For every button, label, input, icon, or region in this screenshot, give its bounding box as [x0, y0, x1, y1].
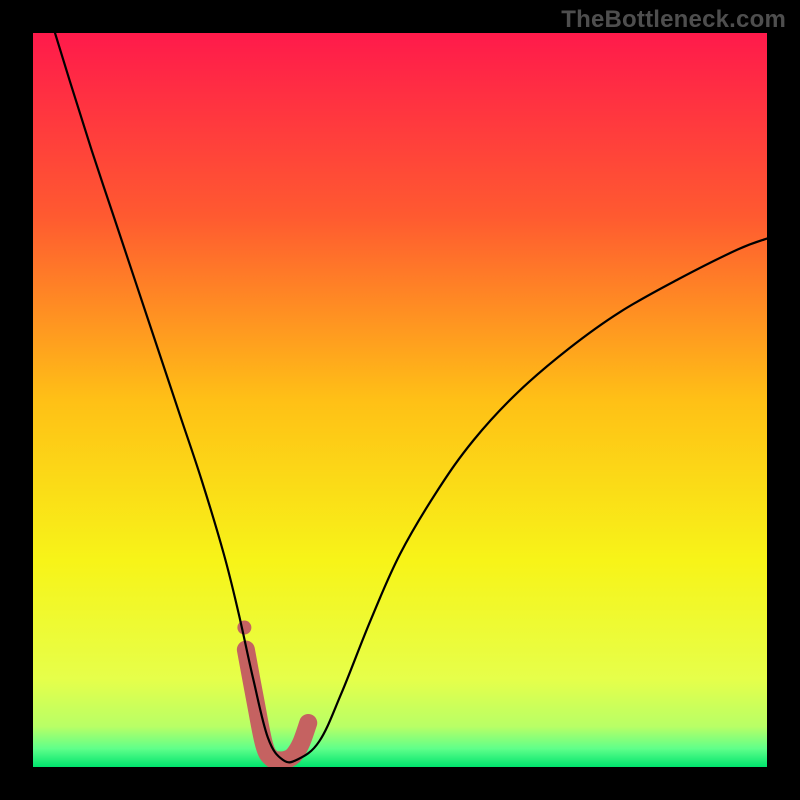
chart-svg — [33, 33, 767, 767]
gradient-background — [33, 33, 767, 767]
sweet-spot-dot — [237, 621, 251, 635]
chart-frame: TheBottleneck.com — [0, 0, 800, 800]
watermark-text: TheBottleneck.com — [561, 6, 786, 34]
plot-area — [33, 33, 767, 767]
